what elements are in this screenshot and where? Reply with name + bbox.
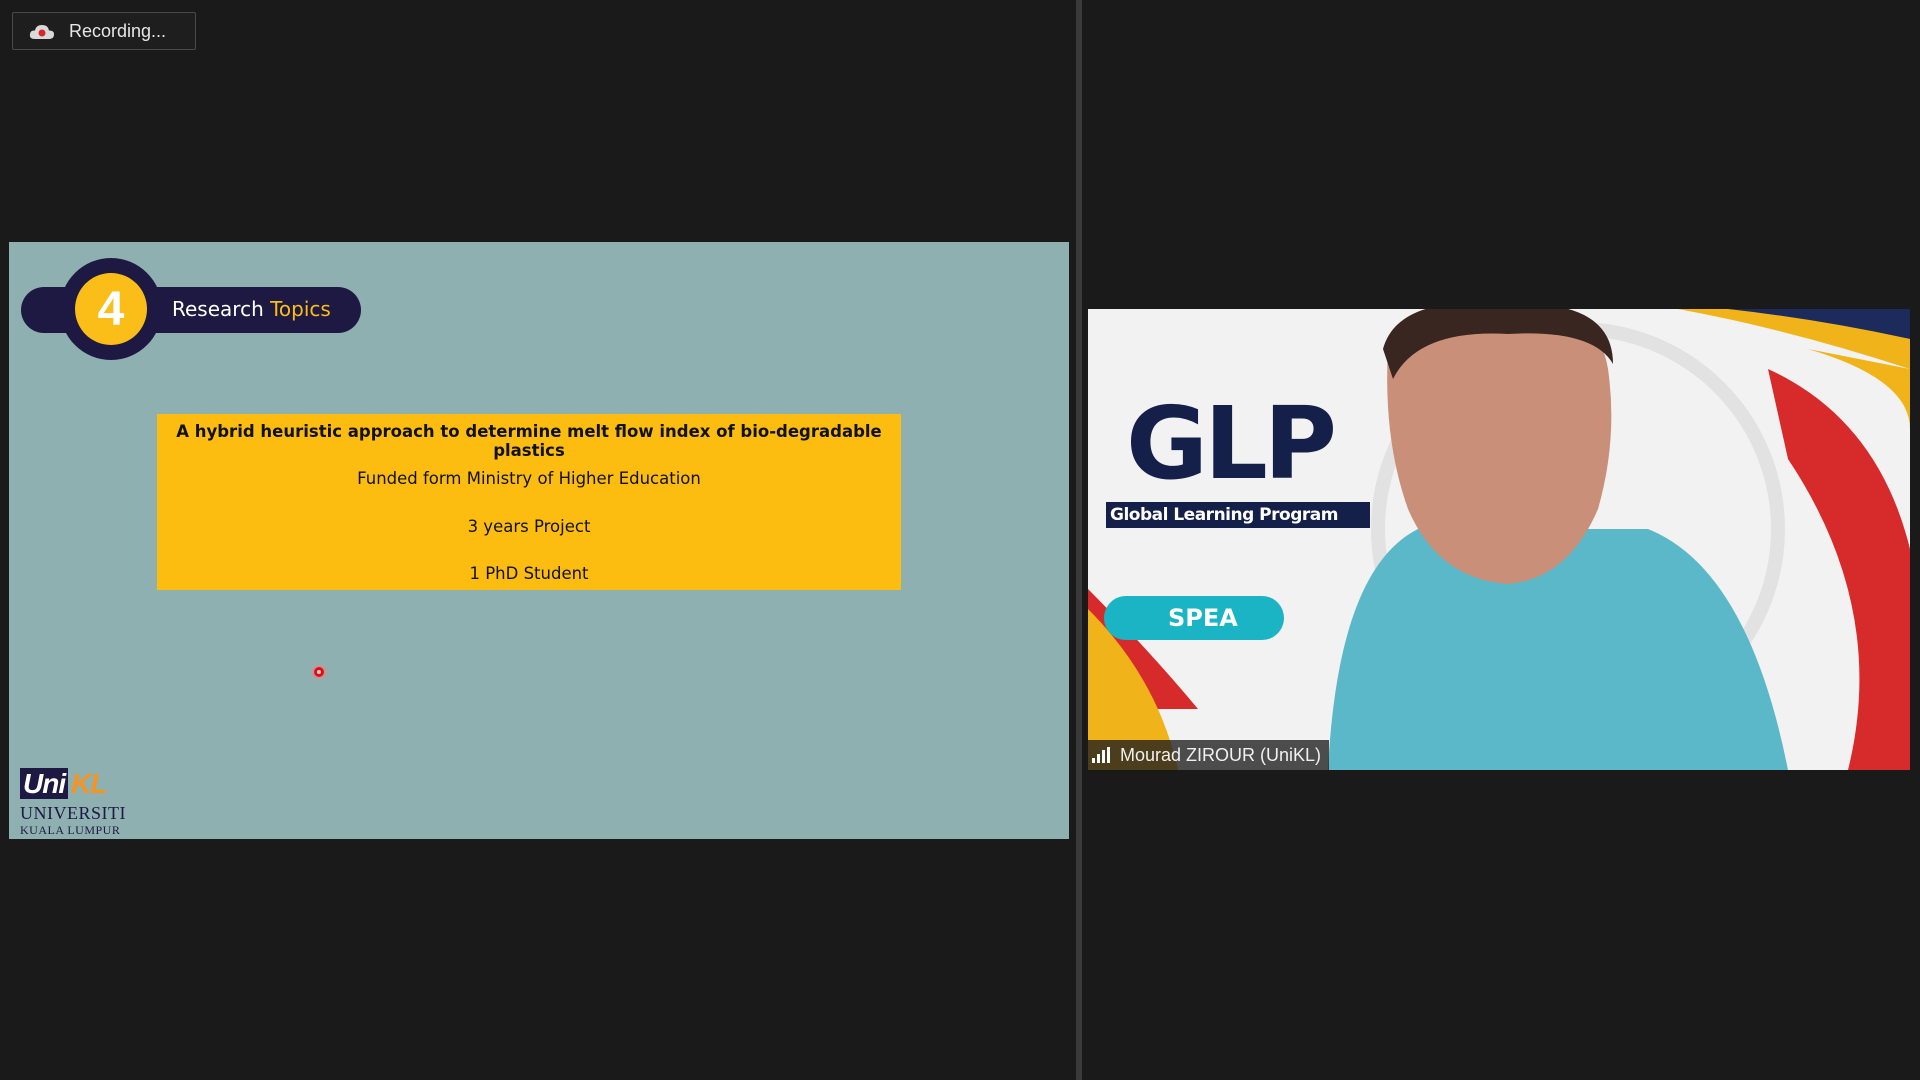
participant-name-tag: Mourad ZIROUR (UniKL) (1088, 740, 1330, 770)
logo-line2: KUALA LUMPUR (20, 823, 121, 837)
speaker-banner: SPEA (1104, 596, 1284, 640)
glp-program-label: Global Learning Program (1106, 502, 1370, 528)
section-title: Research Topics (172, 297, 331, 321)
section-title-part2: Topics (270, 297, 331, 321)
panel-divider[interactable] (1076, 0, 1082, 1080)
participant-name: Mourad ZIROUR (UniKL) (1120, 744, 1322, 765)
topic-duration: 3 years Project (467, 517, 591, 536)
section-number: 4 (75, 273, 147, 345)
participant-video-tile[interactable]: GLP Global Learning Program SPEA Mourad … (1088, 309, 1910, 770)
logo-mark-uni: Uni (20, 768, 69, 799)
topic-students: 1 PhD Student (469, 564, 589, 583)
signal-strength-icon (1092, 747, 1112, 763)
logo-line1: UNIVERSITI (20, 803, 126, 823)
recording-cloud-icon (29, 22, 55, 40)
research-topic-box: A hybrid heuristic approach to determine… (157, 414, 901, 590)
glp-logo-text: GLP (1126, 385, 1337, 502)
laser-pointer-icon (314, 667, 324, 677)
section-title-part1: Research (172, 297, 264, 321)
unikl-logo: Uni KL UNIVERSITI KUALA LUMPUR (20, 768, 140, 838)
shared-screen-slide: 4 Research Topics A hybrid heuristic app… (9, 242, 1069, 839)
recording-indicator[interactable]: Recording... (12, 12, 196, 50)
topic-title: A hybrid heuristic approach to determine… (176, 422, 882, 460)
recording-label: Recording... (69, 20, 167, 41)
video-background-graphic (1088, 309, 1910, 770)
logo-mark-kl: KL (71, 768, 107, 799)
logo-mark: Uni KL (20, 768, 107, 800)
topic-funding: Funded form Ministry of Higher Education (357, 469, 701, 488)
